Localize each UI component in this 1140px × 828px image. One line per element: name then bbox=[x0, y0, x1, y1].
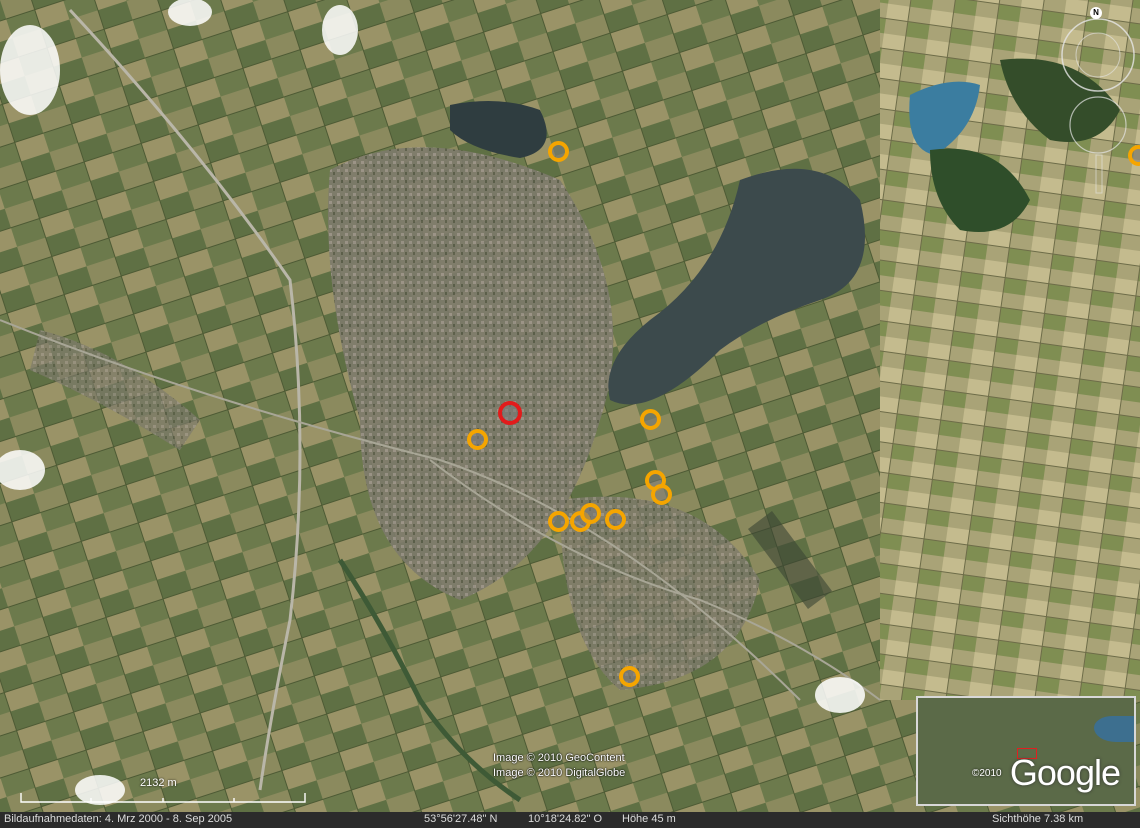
longitude: 10°18'24.82" O bbox=[528, 813, 603, 825]
overview-year: ©2010 bbox=[972, 768, 1002, 779]
placemark-icon[interactable] bbox=[618, 665, 640, 687]
placemark-icon[interactable] bbox=[579, 502, 601, 524]
imagery-dates: Bildaufnahmedaten: 4. Mrz 2000 - 8. Sep … bbox=[4, 813, 233, 825]
imagery-copyright: Image © 2010 GeoContent bbox=[493, 752, 625, 764]
latitude: 53°56'27.48" N bbox=[424, 813, 498, 825]
elevation: Höhe 45 m bbox=[622, 813, 676, 825]
placemark-icon[interactable] bbox=[604, 508, 626, 530]
scale-bar bbox=[20, 793, 306, 803]
navigation-controls[interactable] bbox=[1058, 5, 1138, 195]
placemark-icon[interactable] bbox=[547, 510, 569, 532]
google-logo: Google bbox=[1009, 752, 1121, 793]
imagery-copyright: Image © 2010 DigitalGlobe bbox=[493, 767, 626, 779]
move-ring-icon bbox=[1069, 96, 1127, 154]
look-ring-icon bbox=[1061, 18, 1135, 92]
placemark-icon[interactable] bbox=[639, 408, 661, 430]
placemark-icon[interactable] bbox=[650, 483, 672, 505]
placemark-icon[interactable] bbox=[466, 428, 488, 450]
compass-north-icon[interactable]: N bbox=[1090, 7, 1102, 19]
selected-placemark-icon[interactable] bbox=[498, 401, 522, 425]
scale-label: 2132 m bbox=[140, 777, 177, 789]
zoom-slider-icon bbox=[1095, 154, 1103, 194]
placemark-icon[interactable] bbox=[547, 140, 569, 162]
overview-lake bbox=[1094, 716, 1134, 742]
status-bar: Bildaufnahmedaten: 4. Mrz 2000 - 8. Sep … bbox=[0, 812, 1140, 828]
overview-map[interactable]: ©2010 Google bbox=[916, 696, 1136, 806]
eye-altitude: Sichthöhe 7.38 km bbox=[992, 813, 1084, 825]
